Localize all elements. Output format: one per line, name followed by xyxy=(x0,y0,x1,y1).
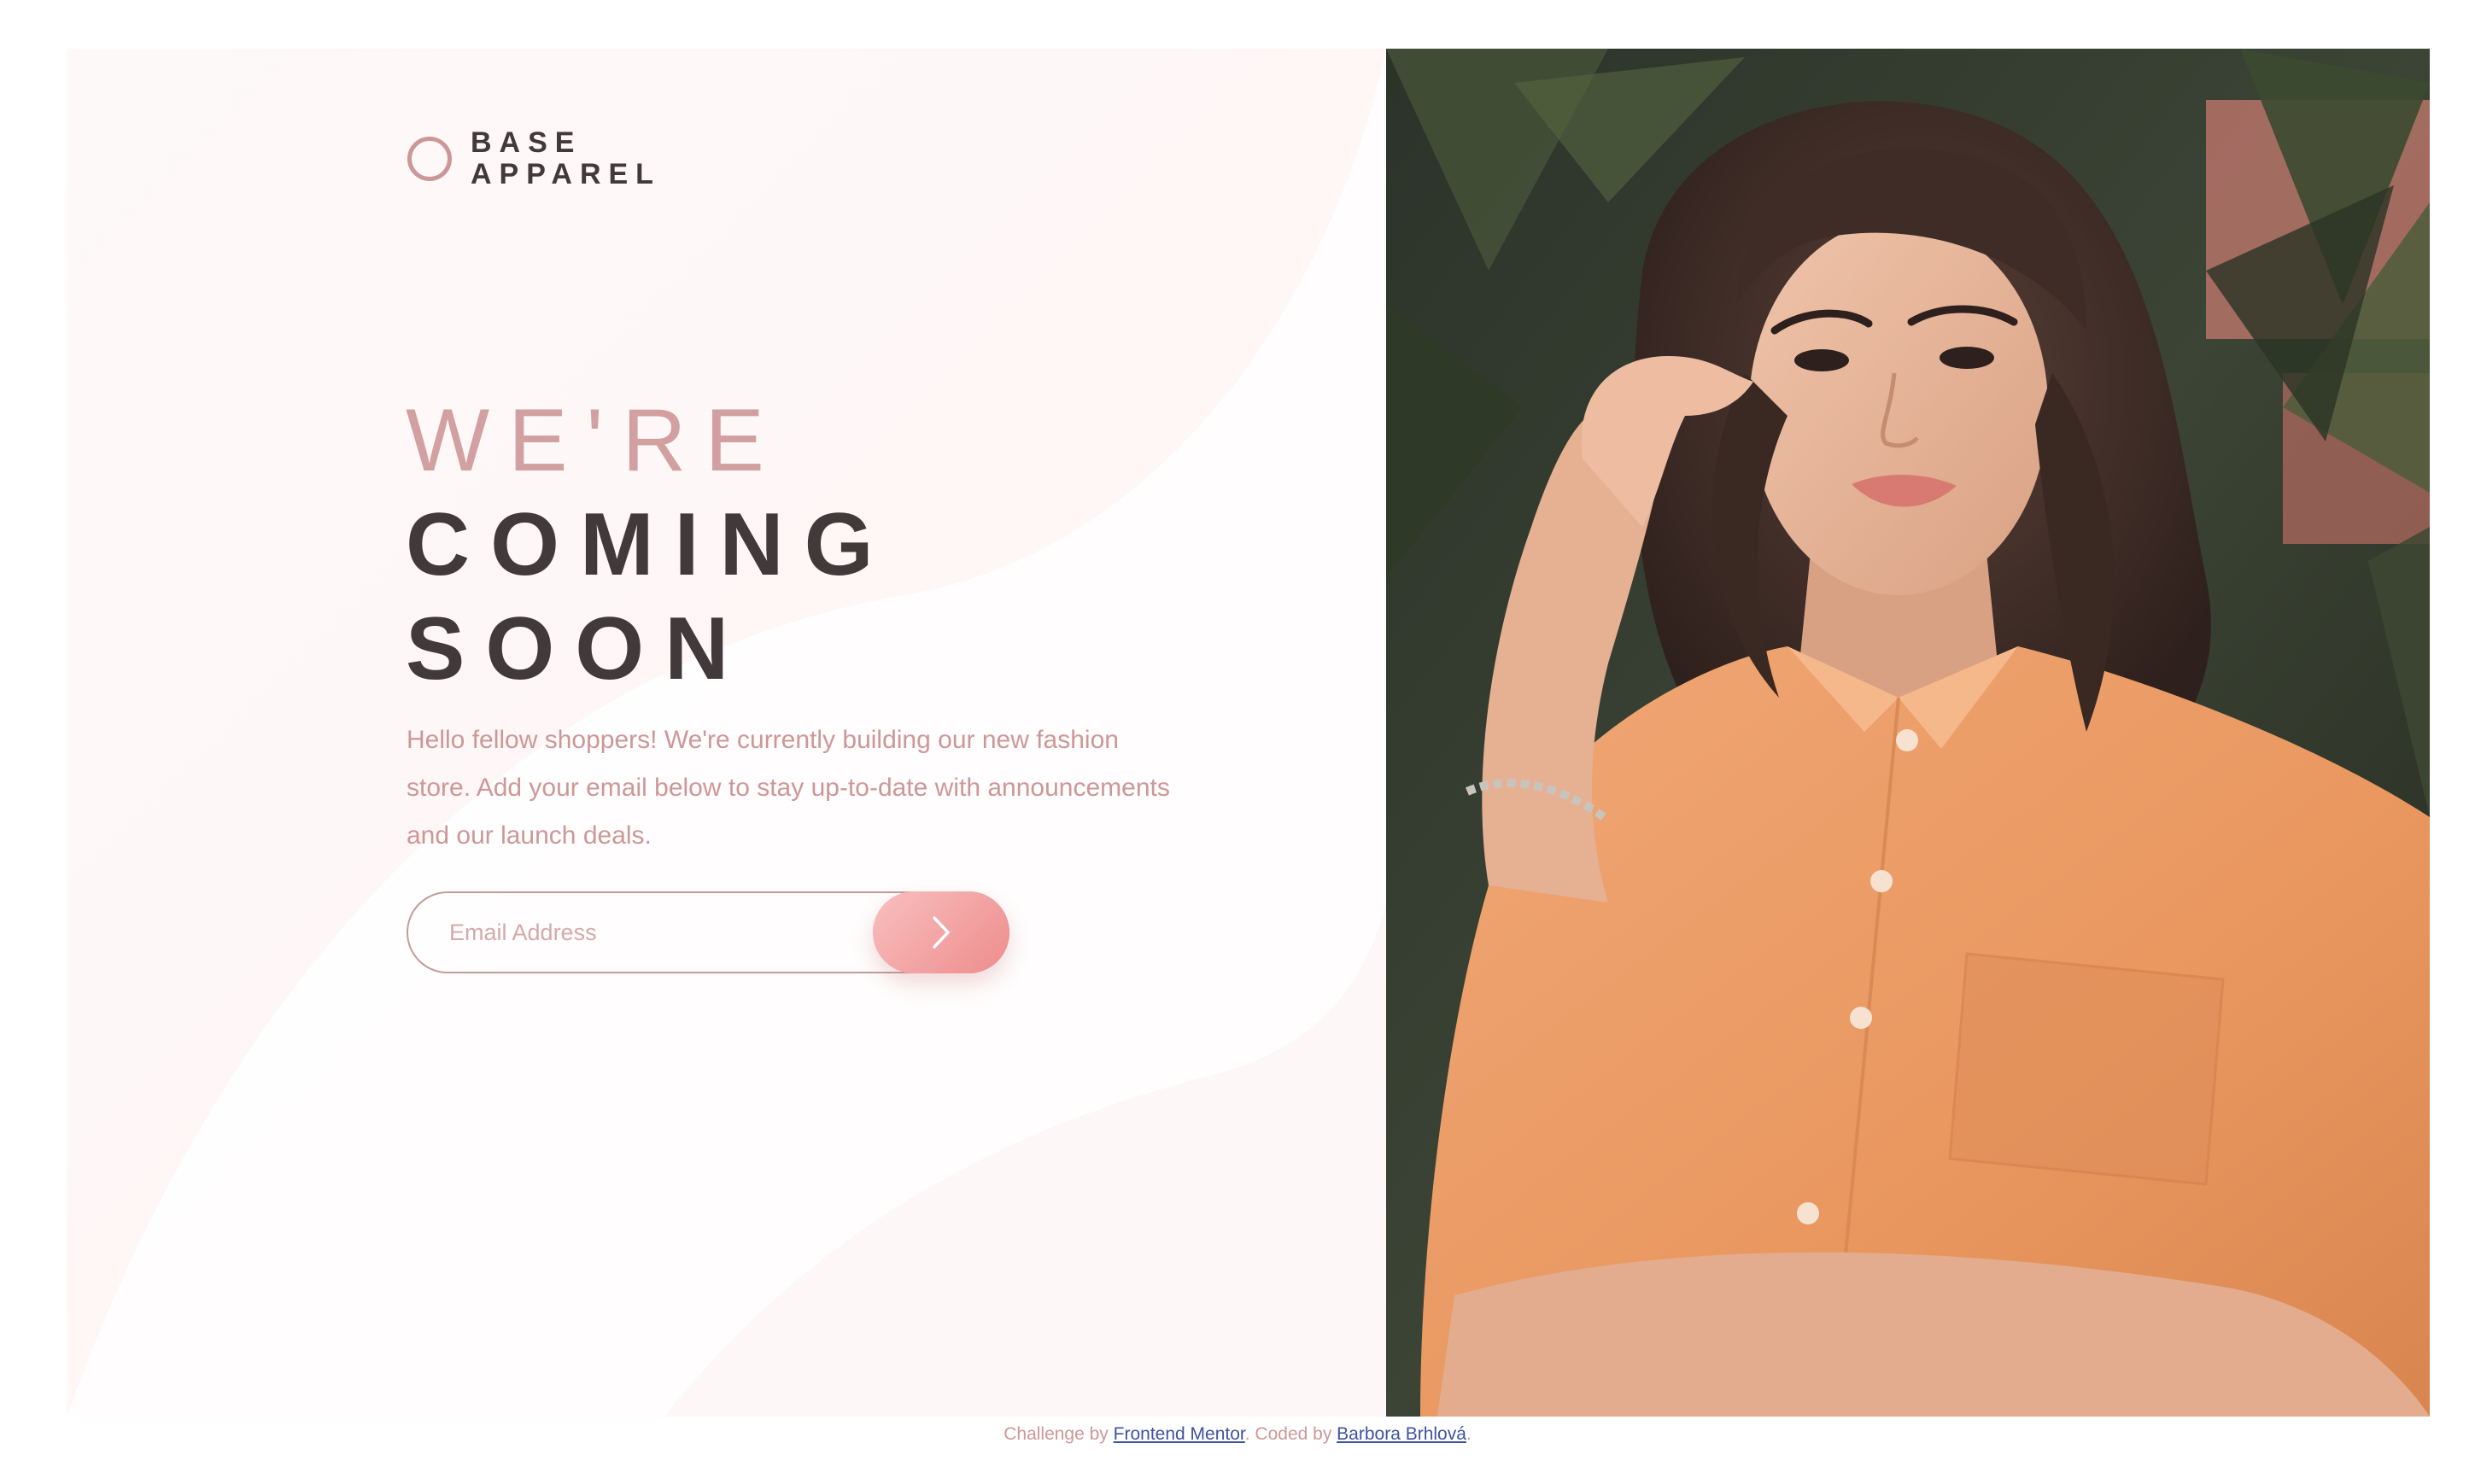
submit-button[interactable] xyxy=(873,891,1009,973)
brand-logo[interactable]: BASE APPAREL xyxy=(407,127,661,190)
headline-dark-line1: COMING xyxy=(406,495,894,594)
hero-image xyxy=(1386,49,2430,1417)
author-link[interactable]: Barbora Brhlová xyxy=(1337,1424,1466,1444)
page-title: WE'RE COMING SOON xyxy=(406,389,894,701)
frontend-mentor-link[interactable]: Frontend Mentor xyxy=(1114,1424,1245,1444)
brand-name-line2: APPAREL xyxy=(471,158,661,190)
brand-name: BASE APPAREL xyxy=(471,127,661,190)
intro-text: Hello fellow shoppers! We're currently b… xyxy=(407,726,1170,850)
subscribe-form xyxy=(407,891,1009,973)
headline-light: WE'RE xyxy=(406,391,783,490)
chevron-right-icon xyxy=(933,916,950,949)
headline-dark-line2: SOON xyxy=(406,599,750,698)
brand-name-line1: BASE xyxy=(471,126,582,159)
attribution: Challenge by Frontend Mentor. Coded by B… xyxy=(0,1424,2475,1445)
coming-soon-page: BASE APPAREL WE'RE COMING SOON Hello fel… xyxy=(0,0,2475,1484)
attribution-suffix: . xyxy=(1466,1424,1472,1444)
attribution-prefix: Challenge by xyxy=(1003,1424,1109,1444)
logo-circle-icon xyxy=(407,137,452,181)
attribution-separator: . Coded by xyxy=(1244,1424,1332,1444)
content-panel: BASE APPAREL WE'RE COMING SOON Hello fel… xyxy=(67,49,1386,1417)
model-photo xyxy=(1386,49,2430,1417)
